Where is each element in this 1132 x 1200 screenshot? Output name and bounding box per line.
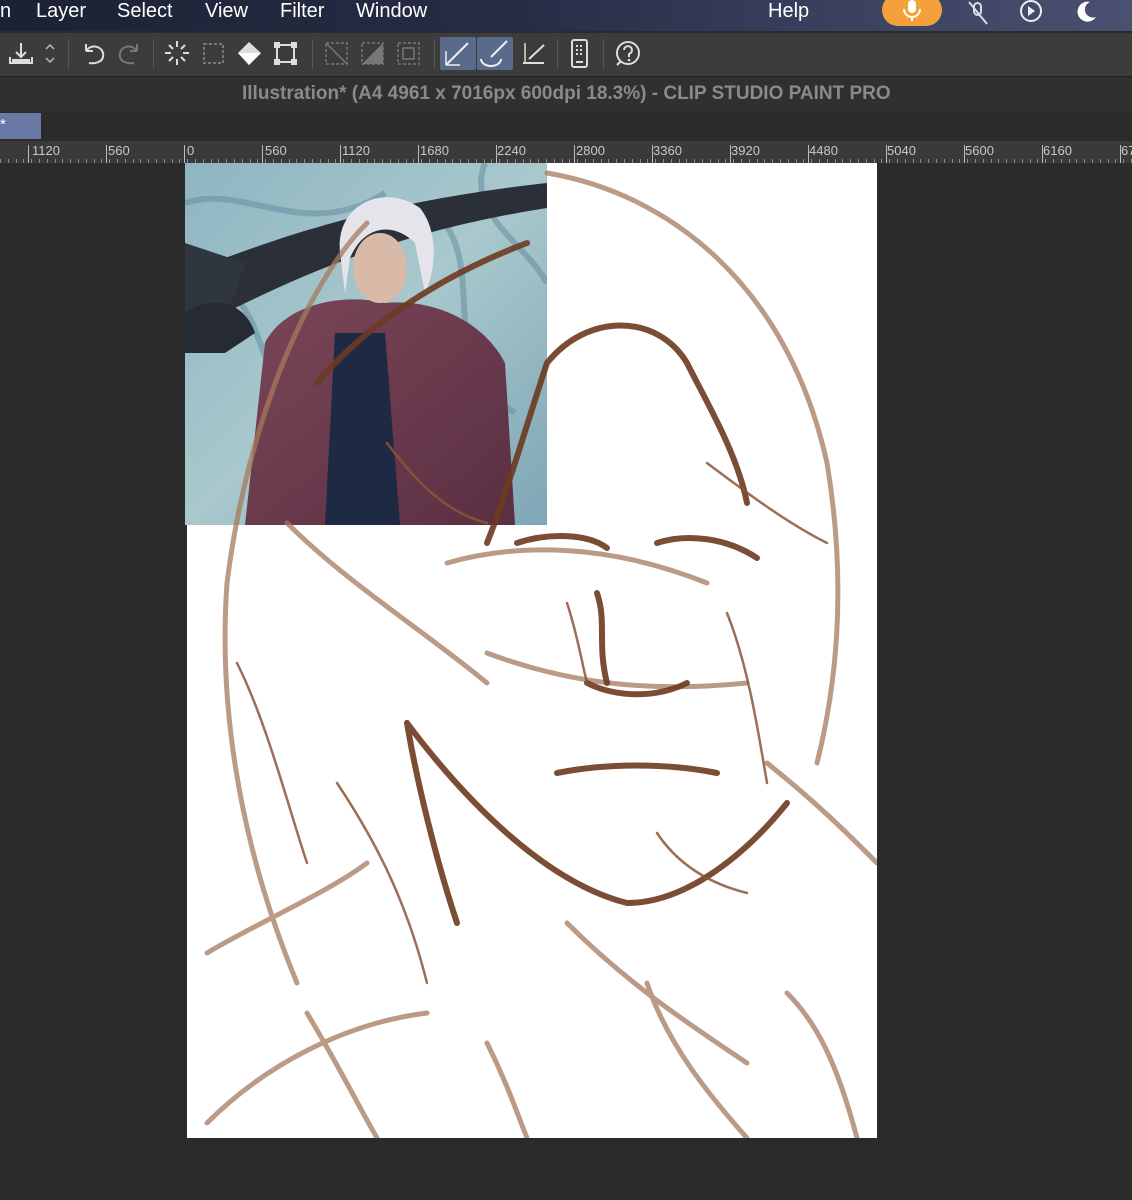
select-all-icon (165, 41, 189, 65)
ruler-label: 1120 (342, 143, 370, 158)
ruler-major-tick (340, 145, 341, 163)
menu-item-window[interactable]: Window (356, 0, 427, 24)
ruler-major-tick (184, 145, 185, 163)
deselect-icon (203, 43, 224, 64)
window-title-bar: Illustration* (A4 4961 x 7016px 600dpi 1… (0, 77, 1132, 112)
help-icon (616, 41, 640, 66)
menu-item-partial[interactable]: n (0, 0, 11, 24)
toolbar-divider (434, 39, 435, 69)
transform-icon (274, 42, 297, 65)
menu-item-view[interactable]: View (205, 0, 248, 24)
ruler-label: 67 (1121, 143, 1132, 158)
ruler-snap-button[interactable] (517, 37, 550, 70)
ruler-label: 1120 (32, 143, 60, 158)
ruler-label: 3920 (731, 143, 760, 158)
ruler-label: 0 (187, 143, 195, 158)
brush-icon (480, 40, 508, 67)
brush-button[interactable] (477, 37, 513, 70)
stepper-control[interactable] (40, 37, 60, 70)
import-button[interactable] (4, 37, 37, 70)
ruler-label: 5600 (965, 143, 994, 158)
ruler-label: 2800 (576, 143, 605, 158)
deselect-button[interactable] (197, 37, 230, 70)
selection-launcher-icon-1 (325, 42, 348, 65)
ruler-major-tick (262, 145, 263, 163)
select-all-button[interactable] (161, 37, 194, 70)
window-title: Illustration* (A4 4961 x 7016px 600dpi 1… (242, 83, 891, 104)
ruler-label: 3360 (653, 143, 682, 158)
menu-item-help[interactable]: Help (768, 0, 809, 24)
toolbar-divider (557, 39, 558, 69)
smartphone-button[interactable] (563, 37, 596, 70)
undo-icon (85, 44, 105, 65)
sketch-layer[interactable] (187, 163, 877, 1138)
ruler-label: 4480 (809, 143, 838, 158)
ruler-label: 2240 (497, 143, 526, 158)
stepper-icon (45, 43, 55, 64)
toolbar-divider (312, 39, 313, 69)
horizontal-ruler[interactable]: 1120 560 0 560 1120 1680 2240 2800 3360 … (0, 141, 1132, 164)
ruler-major-tick (28, 145, 29, 163)
pen-stabilization-icon (445, 42, 469, 66)
ruler-label: 6160 (1043, 143, 1072, 158)
ruler-label: 560 (108, 143, 130, 158)
selection-launcher-button-1[interactable] (320, 37, 353, 70)
moon-icon[interactable] (1072, 0, 1100, 26)
selection-launcher-button-2[interactable] (356, 37, 389, 70)
selection-launcher-icon-2 (361, 42, 384, 65)
help-button[interactable] (611, 37, 644, 70)
undo-button[interactable] (77, 37, 110, 70)
ruler-major-tick (418, 145, 419, 163)
ruler-label: 5040 (887, 143, 916, 158)
fill-button[interactable] (233, 37, 266, 70)
document-tab-row: * (0, 112, 1132, 140)
ruler-major-tick (106, 145, 107, 163)
ruler-label: 560 (265, 143, 287, 158)
menu-item-layer[interactable]: Layer (36, 0, 86, 24)
toolbar-divider (603, 39, 604, 69)
smartphone-icon (571, 39, 588, 68)
redo-button[interactable] (113, 37, 146, 70)
selection-launcher-button-3[interactable] (392, 37, 425, 70)
ruler-label: 1680 (420, 143, 449, 158)
menu-item-filter[interactable]: Filter (280, 0, 324, 24)
pen-stabilization-button[interactable] (440, 37, 476, 70)
play-circle-icon[interactable] (1017, 0, 1045, 26)
toolbar-divider (153, 39, 154, 69)
redo-icon (118, 44, 138, 65)
command-bar (0, 33, 1132, 77)
fill-icon (238, 42, 261, 65)
ruler-major-tick (574, 145, 575, 163)
microphone-indicator[interactable] (882, 0, 942, 26)
microphone-icon (903, 0, 921, 21)
import-icon (9, 43, 33, 64)
mute-icon[interactable] (964, 0, 992, 26)
ruler-snap-icon (523, 43, 545, 64)
menu-item-select[interactable]: Select (117, 0, 173, 24)
selection-launcher-icon-3 (397, 42, 420, 65)
toolbar-divider (68, 39, 69, 69)
transform-button[interactable] (269, 37, 302, 70)
menu-bar: n Layer Select View Filter Window Help (0, 0, 1132, 31)
document-tab[interactable]: * (0, 113, 41, 139)
